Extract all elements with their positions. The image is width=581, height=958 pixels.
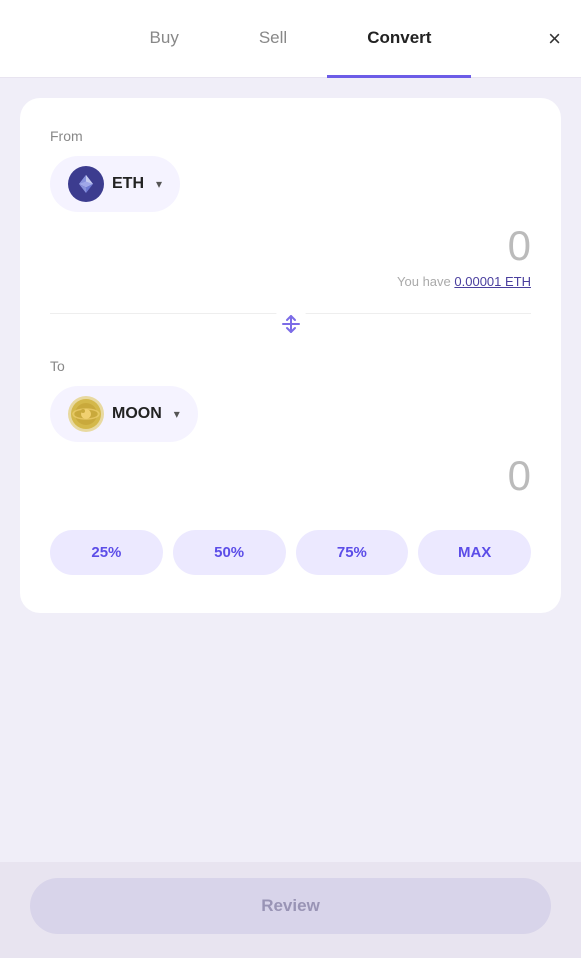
to-label: To bbox=[50, 358, 531, 374]
to-section: To MOON ▾ 0 bbox=[50, 358, 531, 530]
balance-amount: 0.00001 ETH bbox=[454, 274, 531, 289]
tab-buy[interactable]: Buy bbox=[110, 1, 219, 78]
pct-75-button[interactable]: 75% bbox=[296, 530, 409, 575]
to-amount: 0 bbox=[508, 452, 531, 500]
from-coin-selector[interactable]: ETH ▾ bbox=[50, 156, 180, 212]
to-amount-row: 0 bbox=[50, 452, 531, 500]
moon-icon bbox=[68, 396, 104, 432]
from-label: From bbox=[50, 128, 531, 144]
eth-icon bbox=[68, 166, 104, 202]
balance-row: You have 0.00001 ETH bbox=[50, 274, 531, 289]
pct-50-button[interactable]: 50% bbox=[173, 530, 286, 575]
from-coin-chevron: ▾ bbox=[156, 177, 162, 191]
from-amount: 0 bbox=[508, 222, 531, 270]
convert-card: From ETH ▾ 0 Y bbox=[20, 98, 561, 613]
tab-sell[interactable]: Sell bbox=[219, 1, 327, 78]
review-button[interactable]: Review bbox=[30, 878, 551, 934]
to-coin-name: MOON bbox=[112, 405, 162, 423]
bottom-bar: Review bbox=[0, 862, 581, 958]
tab-convert[interactable]: Convert bbox=[327, 1, 471, 78]
to-coin-selector[interactable]: MOON ▾ bbox=[50, 386, 198, 442]
to-coin-chevron: ▾ bbox=[174, 407, 180, 421]
from-amount-row: 0 bbox=[50, 222, 531, 270]
from-section: From ETH ▾ 0 Y bbox=[50, 128, 531, 309]
divider-row bbox=[50, 313, 531, 342]
tab-bar: Buy Sell Convert bbox=[110, 0, 472, 77]
balance-prefix: You have bbox=[397, 274, 454, 289]
close-button[interactable]: × bbox=[548, 28, 561, 50]
swap-button[interactable] bbox=[273, 306, 309, 342]
pct-max-button[interactable]: MAX bbox=[418, 530, 531, 575]
header: Buy Sell Convert × bbox=[0, 0, 581, 78]
pct-button-row: 25% 50% 75% MAX bbox=[50, 530, 531, 575]
pct-25-button[interactable]: 25% bbox=[50, 530, 163, 575]
from-coin-name: ETH bbox=[112, 175, 144, 193]
main-content: From ETH ▾ 0 Y bbox=[0, 78, 581, 958]
